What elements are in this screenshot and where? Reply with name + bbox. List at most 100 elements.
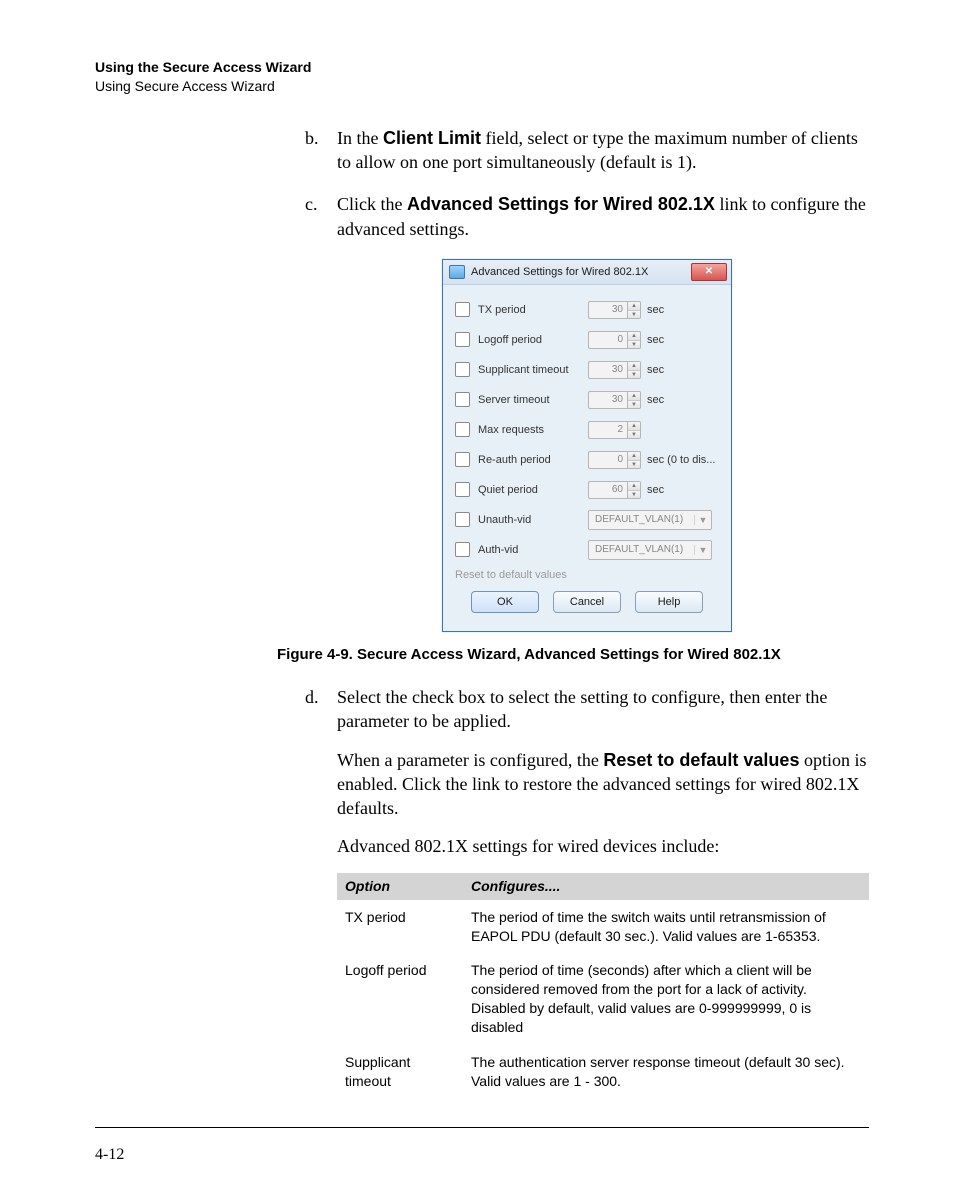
spinner-value: 60: [588, 481, 627, 499]
label: Unauth-vid: [478, 514, 588, 526]
unit-label: sec: [647, 484, 664, 496]
label: TX period: [478, 304, 588, 316]
cell-configures: The period of time the switch waits unti…: [463, 900, 869, 954]
spinner-buttons[interactable]: ▲▼: [627, 301, 641, 319]
step-d: d. Select the check box to select the se…: [305, 685, 869, 1099]
row-supplicant-timeout: Supplicant timeout 30 ▲▼ sec: [455, 355, 719, 385]
chevron-down-icon: ▼: [628, 401, 640, 409]
row-auth-vid: Auth-vid DEFAULT_VLAN(1) ▼: [455, 535, 719, 565]
paragraph: Advanced 802.1X settings for wired devic…: [337, 834, 869, 858]
step-marker: d.: [305, 685, 337, 1099]
page-number: 4-12: [95, 1146, 869, 1164]
close-button[interactable]: ✕: [691, 263, 727, 281]
row-quiet-period: Quiet period 60 ▲▼ sec: [455, 475, 719, 505]
checkbox-auth-vid[interactable]: [455, 542, 470, 557]
chevron-up-icon: ▲: [628, 362, 640, 371]
spinner-quiet-period[interactable]: 60 ▲▼: [588, 481, 641, 499]
advanced-settings-dialog: Advanced Settings for Wired 802.1X ✕ TX …: [442, 259, 732, 632]
spinner-buttons[interactable]: ▲▼: [627, 391, 641, 409]
text-fragment: In the: [337, 128, 383, 148]
chevron-down-icon: ▼: [694, 545, 711, 555]
dialog-titlebar: Advanced Settings for Wired 802.1X ✕: [443, 260, 731, 285]
chevron-up-icon: ▲: [628, 332, 640, 341]
step-marker: b.: [305, 126, 337, 175]
chevron-up-icon: ▲: [628, 482, 640, 491]
spinner-tx-period[interactable]: 30 ▲▼: [588, 301, 641, 319]
bold-term: Advanced Settings for Wired 802.1X: [407, 194, 715, 214]
cell-option: TX period: [337, 900, 463, 954]
unit-label: sec: [647, 394, 664, 406]
table-row: Logoff period The period of time (second…: [337, 953, 869, 1045]
step-text: Click the Advanced Settings for Wired 80…: [337, 192, 869, 241]
step-text: Select the check box to select the setti…: [337, 685, 869, 1099]
header-subtitle: Using Secure Access Wizard: [95, 77, 869, 96]
spinner-buttons[interactable]: ▲▼: [627, 421, 641, 439]
spinner-value: 30: [588, 391, 627, 409]
cell-option: Logoff period: [337, 953, 463, 1045]
row-server-timeout: Server timeout 30 ▲▼ sec: [455, 385, 719, 415]
cell-configures: The period of time (seconds) after which…: [463, 953, 869, 1045]
spinner-reauth-period[interactable]: 0 ▲▼: [588, 451, 641, 469]
spinner-max-requests[interactable]: 2 ▲▼: [588, 421, 641, 439]
spinner-buttons[interactable]: ▲▼: [627, 451, 641, 469]
text-fragment: When a parameter is configured, the: [337, 750, 603, 770]
step-c: c. Click the Advanced Settings for Wired…: [305, 192, 869, 241]
chevron-down-icon: ▼: [628, 431, 640, 439]
checkbox-tx-period[interactable]: [455, 302, 470, 317]
text-fragment: Click the: [337, 194, 407, 214]
chevron-down-icon: ▼: [628, 461, 640, 469]
table-header-row: Option Configures....: [337, 873, 869, 900]
spinner-value: 30: [588, 361, 627, 379]
spinner-logoff-period[interactable]: 0 ▲▼: [588, 331, 641, 349]
spinner-value: 30: [588, 301, 627, 319]
col-header-configures: Configures....: [463, 873, 869, 900]
spinner-buttons[interactable]: ▲▼: [627, 361, 641, 379]
chevron-down-icon: ▼: [694, 515, 711, 525]
help-button[interactable]: Help: [635, 591, 703, 613]
bold-term: Client Limit: [383, 128, 481, 148]
checkbox-quiet-period[interactable]: [455, 482, 470, 497]
combo-unauth-vid[interactable]: DEFAULT_VLAN(1) ▼: [588, 510, 712, 530]
combo-auth-vid[interactable]: DEFAULT_VLAN(1) ▼: [588, 540, 712, 560]
checkbox-logoff-period[interactable]: [455, 332, 470, 347]
spinner-buttons[interactable]: ▲▼: [627, 331, 641, 349]
paragraph: Select the check box to select the setti…: [337, 685, 869, 734]
figure-container: Advanced Settings for Wired 802.1X ✕ TX …: [305, 259, 869, 632]
dialog-body: TX period 30 ▲▼ sec Logoff period 0 ▲▼: [443, 285, 731, 631]
chevron-down-icon: ▼: [628, 311, 640, 319]
combo-value: DEFAULT_VLAN(1): [589, 542, 694, 558]
spinner-value: 2: [588, 421, 627, 439]
checkbox-server-timeout[interactable]: [455, 392, 470, 407]
spinner-buttons[interactable]: ▲▼: [627, 481, 641, 499]
checkbox-max-requests[interactable]: [455, 422, 470, 437]
spinner-supplicant-timeout[interactable]: 30 ▲▼: [588, 361, 641, 379]
checkbox-supplicant-timeout[interactable]: [455, 362, 470, 377]
label: Server timeout: [478, 394, 588, 406]
col-header-option: Option: [337, 873, 463, 900]
checkbox-unauth-vid[interactable]: [455, 512, 470, 527]
chevron-down-icon: ▼: [628, 371, 640, 379]
label: Logoff period: [478, 334, 588, 346]
checkbox-reauth-period[interactable]: [455, 452, 470, 467]
spinner-server-timeout[interactable]: 30 ▲▼: [588, 391, 641, 409]
close-icon: ✕: [705, 266, 713, 277]
row-logoff-period: Logoff period 0 ▲▼ sec: [455, 325, 719, 355]
ok-button[interactable]: OK: [471, 591, 539, 613]
combo-value: DEFAULT_VLAN(1): [589, 512, 694, 528]
cancel-button[interactable]: Cancel: [553, 591, 621, 613]
unit-label: sec: [647, 304, 664, 316]
label: Supplicant timeout: [478, 364, 588, 376]
chevron-down-icon: ▼: [628, 491, 640, 499]
paragraph: When a parameter is configured, the Rese…: [337, 748, 869, 821]
cell-configures: The authentication server response timeo…: [463, 1045, 869, 1099]
chevron-up-icon: ▲: [628, 452, 640, 461]
step-text: In the Client Limit field, select or typ…: [337, 126, 869, 175]
label: Auth-vid: [478, 544, 588, 556]
options-table: Option Configures.... TX period The peri…: [337, 873, 869, 1099]
label: Quiet period: [478, 484, 588, 496]
unit-label: sec: [647, 334, 664, 346]
label: Re-auth period: [478, 454, 588, 466]
monitor-icon: [449, 265, 465, 279]
reset-link[interactable]: Reset to default values: [455, 565, 719, 591]
row-tx-period: TX period 30 ▲▼ sec: [455, 295, 719, 325]
